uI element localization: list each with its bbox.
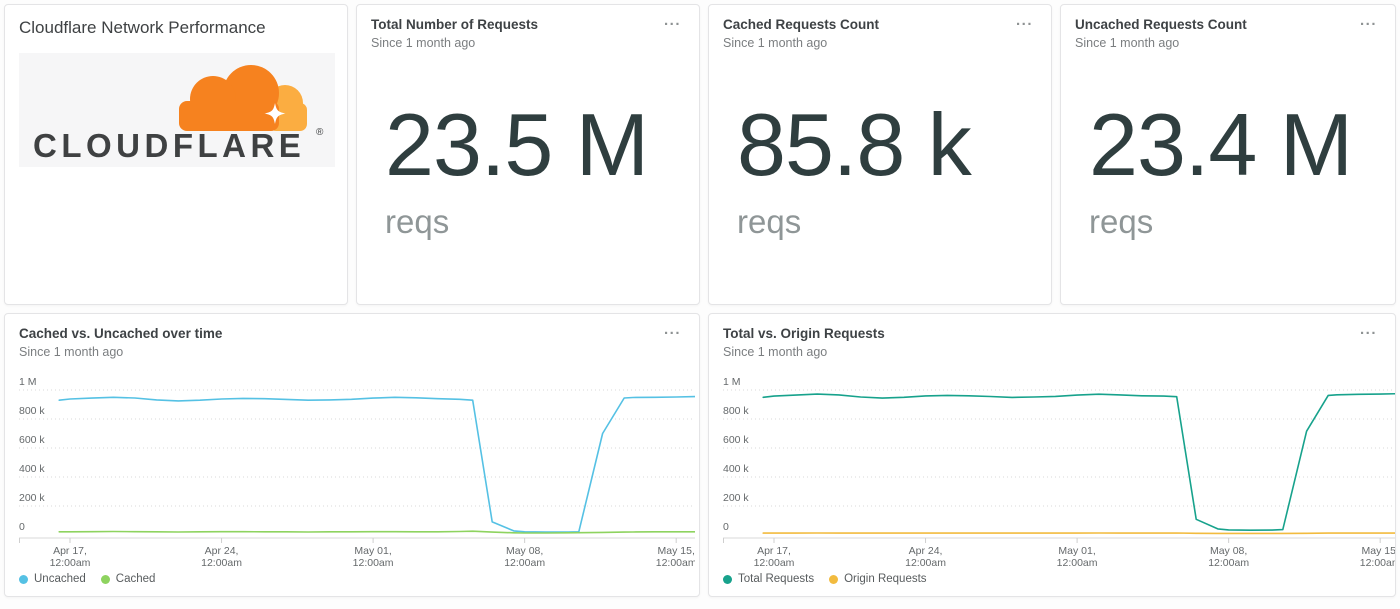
chart-legend: Total Requests Origin Requests bbox=[723, 573, 927, 585]
chart-legend: Uncached Cached bbox=[19, 573, 155, 585]
svg-text:0: 0 bbox=[19, 521, 25, 533]
cloudflare-wordmark: CLOUDFLARE bbox=[33, 127, 305, 164]
svg-text:200 k: 200 k bbox=[723, 492, 749, 504]
legend-dot bbox=[101, 575, 110, 584]
svg-text:1 M: 1 M bbox=[723, 376, 741, 388]
widget-menu-button[interactable]: ... bbox=[1360, 13, 1377, 28]
svg-text:600 k: 600 k bbox=[723, 434, 749, 446]
svg-text:May 08,: May 08, bbox=[506, 545, 543, 557]
widget-menu-button[interactable]: ... bbox=[664, 13, 681, 28]
billboard-value: 23.4 M bbox=[1089, 97, 1352, 194]
billboard-value: 85.8 k bbox=[737, 97, 971, 194]
svg-text:May 01,: May 01, bbox=[1058, 545, 1095, 557]
svg-text:1 M: 1 M bbox=[19, 376, 37, 388]
svg-text:400 k: 400 k bbox=[19, 463, 45, 475]
cloudflare-logo-image: CLOUDFLARE ® bbox=[19, 53, 335, 167]
svg-text:Apr 24,: Apr 24, bbox=[205, 545, 239, 557]
svg-text:12:00am: 12:00am bbox=[754, 557, 795, 569]
card-timerange: Since 1 month ago bbox=[371, 36, 685, 50]
card-title: Cached vs. Uncached over time bbox=[19, 326, 685, 342]
card-header: Total Number of Requests Since 1 month a… bbox=[357, 5, 699, 50]
svg-text:May 15,: May 15, bbox=[658, 545, 695, 557]
billboard-card-uncached-requests: Uncached Requests Count Since 1 month ag… bbox=[1060, 4, 1396, 305]
legend-dot bbox=[723, 575, 732, 584]
svg-text:Apr 17,: Apr 17, bbox=[757, 545, 791, 557]
line-chart[interactable]: 1 M800 k600 k400 k200 k0Apr 17,12:00amAp… bbox=[723, 371, 1396, 569]
card-timerange: Since 1 month ago bbox=[19, 345, 685, 359]
widget-menu-button[interactable]: ... bbox=[1360, 322, 1377, 337]
card-header: Cached vs. Uncached over time Since 1 mo… bbox=[5, 314, 699, 359]
billboard-card-cached-requests: Cached Requests Count Since 1 month ago … bbox=[708, 4, 1052, 305]
svg-text:800 k: 800 k bbox=[723, 405, 749, 417]
cloudflare-logo: CLOUDFLARE ® bbox=[19, 53, 335, 167]
legend-dot bbox=[829, 575, 838, 584]
card-title: Cached Requests Count bbox=[723, 17, 1037, 33]
card-header: Total vs. Origin Requests Since 1 month … bbox=[709, 314, 1395, 359]
registered-mark: ® bbox=[316, 127, 324, 138]
svg-text:12:00am: 12:00am bbox=[1360, 557, 1396, 569]
legend-dot bbox=[19, 575, 28, 584]
cloudflare-cloud bbox=[179, 65, 279, 131]
card-title: Total Number of Requests bbox=[371, 17, 685, 33]
svg-text:May 15,: May 15, bbox=[1362, 545, 1396, 557]
widget-menu-button[interactable]: ... bbox=[664, 322, 681, 337]
billboard-unit: reqs bbox=[385, 203, 449, 241]
billboard-card-total-requests: Total Number of Requests Since 1 month a… bbox=[356, 4, 700, 305]
svg-text:12:00am: 12:00am bbox=[1208, 557, 1249, 569]
svg-text:0: 0 bbox=[723, 521, 729, 533]
card-timerange: Since 1 month ago bbox=[1075, 36, 1381, 50]
legend-label: Cached bbox=[116, 573, 156, 585]
billboard-unit: reqs bbox=[1089, 203, 1153, 241]
billboard-unit: reqs bbox=[737, 203, 801, 241]
card-title: Uncached Requests Count bbox=[1075, 17, 1381, 33]
legend-label: Uncached bbox=[34, 573, 86, 585]
chart-card-cached-vs-uncached: Cached vs. Uncached over time Since 1 mo… bbox=[4, 313, 700, 597]
svg-text:12:00am: 12:00am bbox=[1057, 557, 1098, 569]
card-timerange: Since 1 month ago bbox=[723, 345, 1381, 359]
svg-text:12:00am: 12:00am bbox=[656, 557, 695, 569]
svg-text:600 k: 600 k bbox=[19, 434, 45, 446]
dashboard: Cloudflare Network Performance CLOUDFLAR… bbox=[0, 0, 1400, 601]
chart-card-total-vs-origin: Total vs. Origin Requests Since 1 month … bbox=[708, 313, 1396, 597]
legend-label: Total Requests bbox=[738, 573, 814, 585]
svg-text:12:00am: 12:00am bbox=[50, 557, 91, 569]
svg-text:12:00am: 12:00am bbox=[353, 557, 394, 569]
legend-item-origin-requests[interactable]: Origin Requests bbox=[829, 573, 926, 585]
card-timerange: Since 1 month ago bbox=[723, 36, 1037, 50]
svg-text:12:00am: 12:00am bbox=[905, 557, 946, 569]
svg-text:400 k: 400 k bbox=[723, 463, 749, 475]
svg-text:12:00am: 12:00am bbox=[504, 557, 545, 569]
svg-text:Apr 17,: Apr 17, bbox=[53, 545, 87, 557]
widget-menu-button[interactable]: ... bbox=[1016, 13, 1033, 28]
dashboard-header-card: Cloudflare Network Performance CLOUDFLAR… bbox=[4, 4, 348, 305]
svg-text:May 08,: May 08, bbox=[1210, 545, 1247, 557]
line-chart[interactable]: 1 M800 k600 k400 k200 k0Apr 17,12:00amAp… bbox=[19, 371, 695, 569]
legend-item-cached[interactable]: Cached bbox=[101, 573, 156, 585]
legend-item-total-requests[interactable]: Total Requests bbox=[723, 573, 814, 585]
card-header: Uncached Requests Count Since 1 month ag… bbox=[1061, 5, 1395, 50]
svg-text:Apr 24,: Apr 24, bbox=[909, 545, 943, 557]
svg-text:May 01,: May 01, bbox=[354, 545, 391, 557]
legend-item-uncached[interactable]: Uncached bbox=[19, 573, 86, 585]
svg-text:800 k: 800 k bbox=[19, 405, 45, 417]
billboard-value: 23.5 M bbox=[385, 97, 648, 194]
card-header: Cached Requests Count Since 1 month ago bbox=[709, 5, 1051, 50]
card-title: Total vs. Origin Requests bbox=[723, 326, 1381, 342]
svg-text:200 k: 200 k bbox=[19, 492, 45, 504]
legend-label: Origin Requests bbox=[844, 573, 926, 585]
svg-text:12:00am: 12:00am bbox=[201, 557, 242, 569]
page-title: Cloudflare Network Performance bbox=[5, 5, 347, 38]
